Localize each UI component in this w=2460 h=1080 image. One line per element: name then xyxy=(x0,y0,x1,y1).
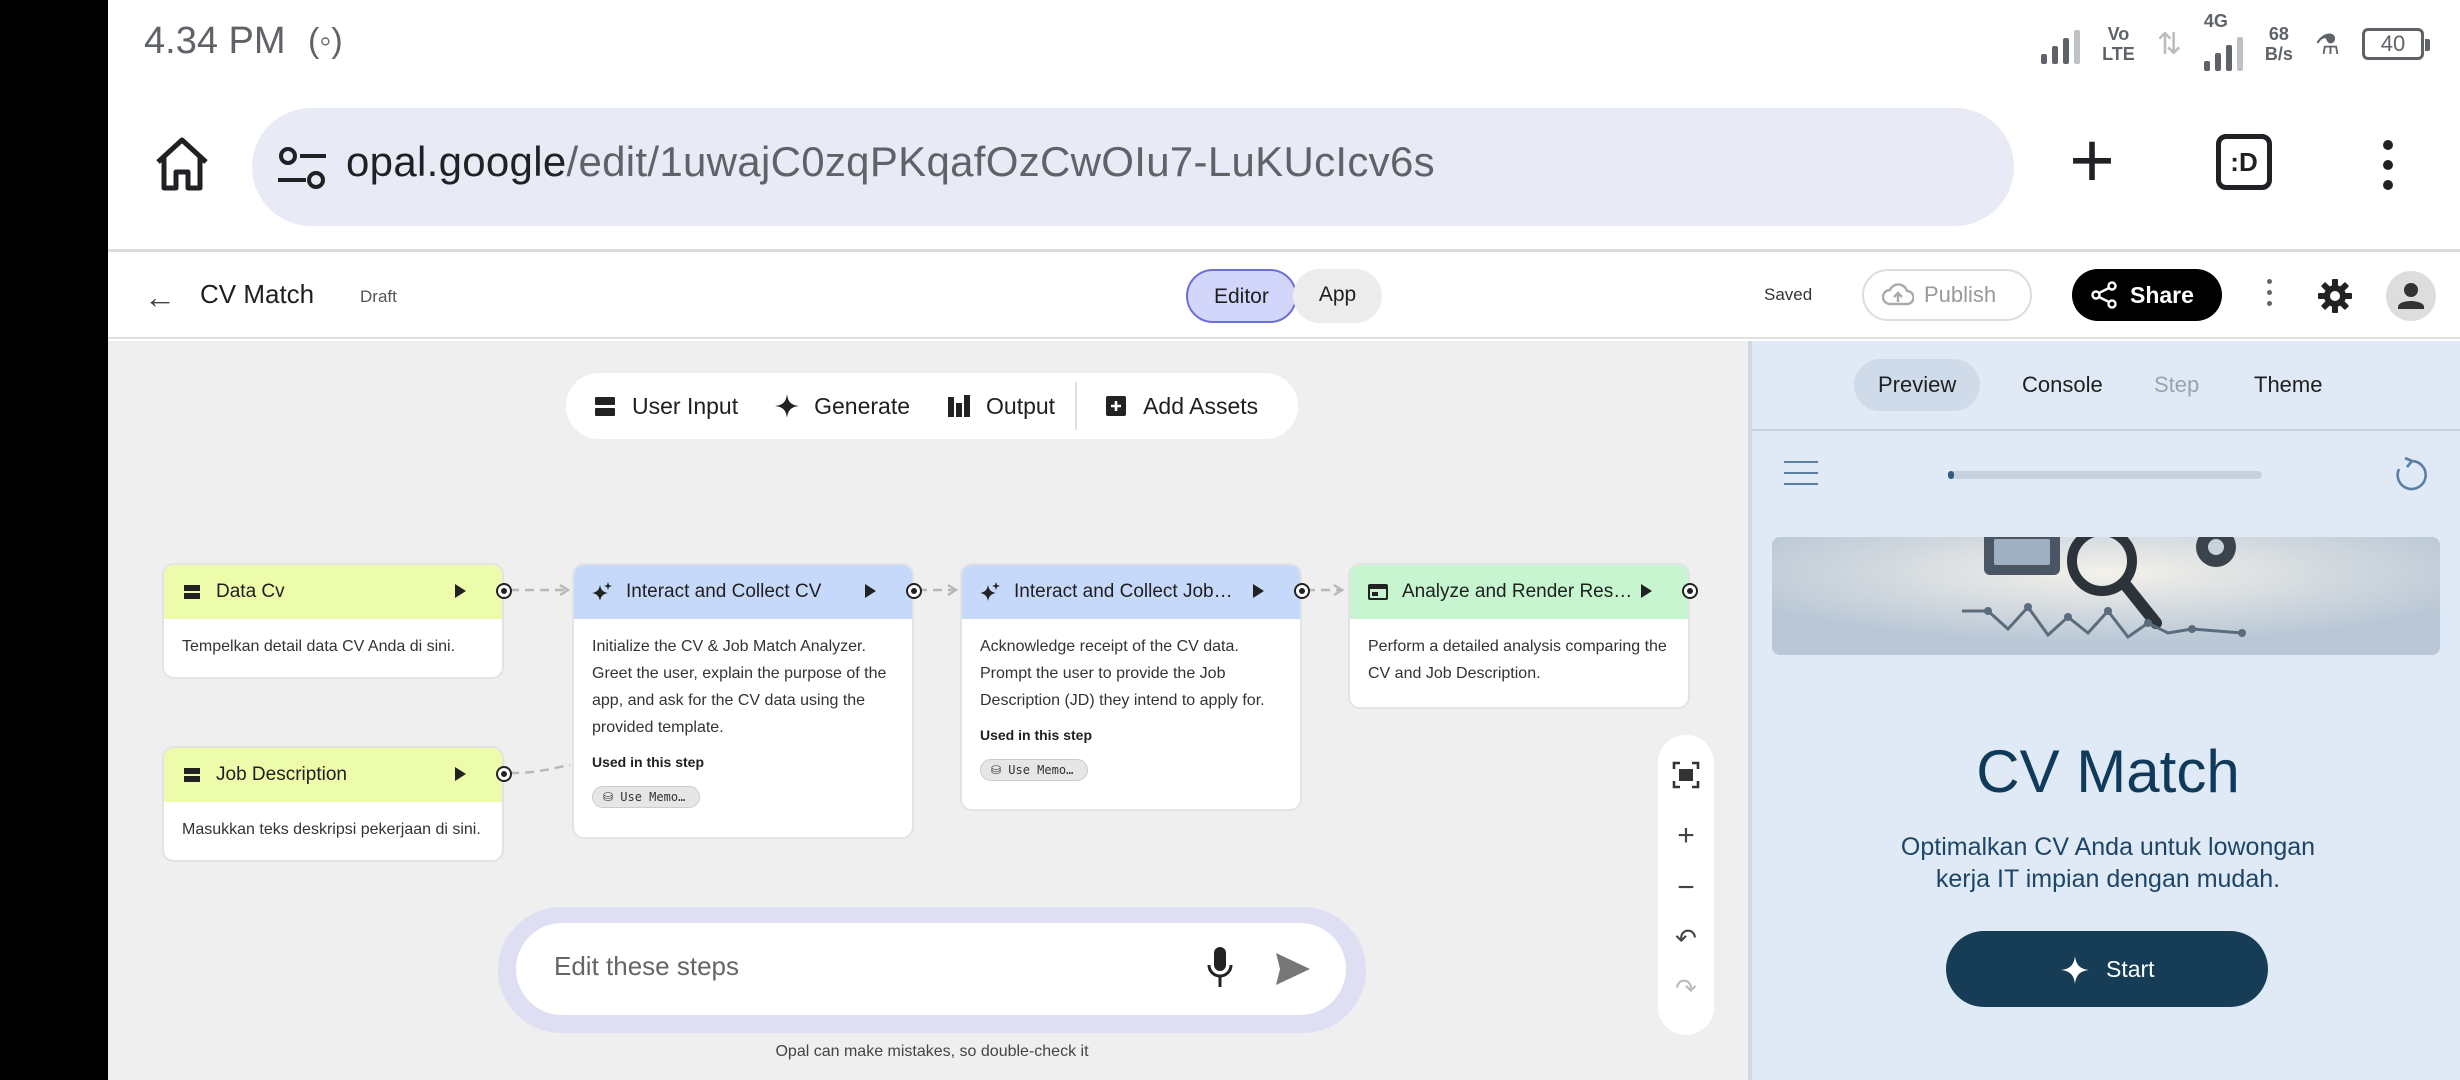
node-collect-cv[interactable]: Interact and Collect CV Initialize the C… xyxy=(572,563,922,839)
hero-image xyxy=(1772,537,2440,655)
hotspot-icon: (◦) xyxy=(308,22,343,60)
output-port[interactable] xyxy=(1294,583,1310,599)
flow-canvas[interactable]: User Input Generate Output Add Assets Da… xyxy=(108,341,1748,1080)
person-icon xyxy=(2398,283,2424,309)
url-text[interactable]: opal.google/edit/1uwajC0zqPKqafOzCwOIu7-… xyxy=(346,138,1435,186)
app-mode-button[interactable]: App xyxy=(1292,269,1383,323)
signal-4g-icon: 4G xyxy=(2203,11,2243,71)
status-icons: Vo LTE ⇅ 4G 68 B/s ⚗ 40 xyxy=(2041,11,2430,72)
browser-toolbar: opal.google/edit/1uwajC0zqPKqafOzCwOIu7-… xyxy=(108,84,2460,252)
cloud-upload-icon xyxy=(1882,283,1914,306)
sparkle-icon xyxy=(592,582,612,601)
zoom-out-icon[interactable]: − xyxy=(1658,871,1714,905)
preview-controls xyxy=(1752,433,2460,515)
node-analyze-render[interactable]: Analyze and Render Res… Perform a detail… xyxy=(1348,563,1698,709)
output-port[interactable] xyxy=(906,583,922,599)
mode-switch: Editor App xyxy=(1186,269,1383,323)
send-icon[interactable] xyxy=(1274,951,1312,987)
status-time: 4.34 PM xyxy=(144,20,286,62)
disclaimer-text: Opal can make mistakes, so double-check … xyxy=(775,1043,1089,1060)
run-step-icon[interactable] xyxy=(1641,584,1652,598)
menu-hamburger-icon[interactable] xyxy=(1784,461,1818,487)
run-step-icon[interactable] xyxy=(865,584,876,598)
address-bar[interactable]: opal.google/edit/1uwajC0zqPKqafOzCwOIu7-… xyxy=(252,108,2014,226)
site-settings-icon[interactable] xyxy=(276,146,328,190)
microphone-icon[interactable] xyxy=(1206,945,1234,991)
used-in-step-label: Used in this step xyxy=(980,727,1093,743)
run-step-icon[interactable] xyxy=(455,584,466,598)
data-arrows-icon: ⇅ xyxy=(2156,27,2182,61)
user-avatar[interactable] xyxy=(2386,271,2436,321)
signal-icon xyxy=(2041,24,2081,64)
app-header: ← CV Match Draft Editor App Saved Publis… xyxy=(108,255,2460,339)
editor-mode-button[interactable]: Editor xyxy=(1186,269,1297,323)
fit-view-icon[interactable] xyxy=(1672,761,1700,789)
settings-gear-icon[interactable] xyxy=(2316,277,2354,315)
status-bar: 4.34 PM (◦) Vo LTE ⇅ 4G 68 B/s ⚗ 40 xyxy=(108,0,2460,84)
edit-steps-input[interactable]: Edit these steps xyxy=(516,923,1346,1015)
tab-preview[interactable]: Preview xyxy=(1854,359,1981,411)
user-input-icon xyxy=(184,585,200,599)
zoom-in-icon[interactable]: + xyxy=(1658,819,1714,853)
phone-screen: 4.34 PM (◦) Vo LTE ⇅ 4G 68 B/s ⚗ 40 opal… xyxy=(108,0,2460,1080)
node-header[interactable]: Interact and Collect CV xyxy=(574,565,912,619)
output-port[interactable] xyxy=(496,766,512,782)
undo-icon[interactable]: ↶ xyxy=(1658,923,1714,954)
tab-console[interactable]: Console xyxy=(1998,359,2127,411)
prompt-placeholder: Edit these steps xyxy=(554,951,739,981)
analysis-illustration xyxy=(1772,537,2440,655)
output-web-icon xyxy=(1368,584,1388,600)
preview-title: CV Match xyxy=(1976,738,2240,805)
save-status: Saved xyxy=(1764,285,1813,304)
tab-switcher-button[interactable]: :D xyxy=(2216,134,2272,190)
more-options-icon[interactable] xyxy=(2264,279,2274,315)
memory-chip[interactable]: ⛁ Use Memo… xyxy=(592,786,701,808)
project-title[interactable]: CV Match xyxy=(200,279,314,310)
run-step-icon[interactable] xyxy=(455,767,466,781)
node-header[interactable]: Data Cv xyxy=(164,565,502,619)
node-header[interactable]: Interact and Collect Job… xyxy=(962,565,1300,619)
flask-icon: ⚗ xyxy=(2314,28,2340,60)
node-header[interactable]: Analyze and Render Res… xyxy=(1350,565,1688,619)
progress-fill xyxy=(1948,471,1955,479)
volte-indicator: Vo LTE xyxy=(2102,24,2135,64)
share-button[interactable]: Share xyxy=(2072,269,2222,321)
user-input-icon xyxy=(184,768,200,782)
sparkle-icon xyxy=(980,582,1000,601)
memory-chip[interactable]: ⛁ Use Memo… xyxy=(980,759,1089,781)
sparkle-icon xyxy=(2061,956,2089,984)
draft-status: Draft xyxy=(360,287,397,306)
new-tab-plus-icon[interactable]: + xyxy=(2062,121,2122,199)
step-description: Initialize the CV & Job Match Analyzer. … xyxy=(592,638,887,736)
used-in-step-label: Used in this step xyxy=(592,754,705,770)
home-icon[interactable] xyxy=(150,132,214,196)
step-description: Acknowledge receipt of the CV data. Prom… xyxy=(980,638,1265,709)
tab-theme[interactable]: Theme xyxy=(2230,359,2346,411)
network-speed: 68 B/s xyxy=(2264,24,2293,64)
progress-bar xyxy=(1948,471,2262,479)
battery-icon: 40 xyxy=(2362,28,2430,60)
start-button[interactable]: Start xyxy=(1946,931,2268,1007)
tab-step[interactable]: Step xyxy=(2130,359,2223,411)
node-data-cv[interactable]: Data Cv Tempelkan detail data CV Anda di… xyxy=(162,563,512,679)
panel-tabs: Preview Console Step Theme xyxy=(1752,341,2460,431)
publish-button[interactable]: Publish xyxy=(1862,269,2032,321)
node-job-description[interactable]: Job Description Masukkan teks deskripsi … xyxy=(162,746,512,862)
node-header[interactable]: Job Description xyxy=(164,748,502,802)
preview-panel: Preview Console Step Theme CV Match Opti… xyxy=(1748,341,2460,1080)
browser-menu-icon[interactable] xyxy=(2378,140,2398,194)
output-port[interactable] xyxy=(1682,583,1698,599)
edit-prompt-container: Edit these steps xyxy=(498,907,1366,1033)
redo-icon[interactable]: ↷ xyxy=(1658,973,1714,1004)
share-icon xyxy=(2091,281,2117,309)
restart-icon[interactable] xyxy=(2392,455,2432,495)
run-step-icon[interactable] xyxy=(1253,584,1264,598)
zoom-controls: + − ↶ ↷ xyxy=(1658,735,1714,1035)
node-collect-job[interactable]: Interact and Collect Job… Acknowledge re… xyxy=(960,563,1310,811)
back-arrow-icon[interactable]: ← xyxy=(144,279,176,316)
output-port[interactable] xyxy=(496,583,512,599)
preview-subtitle: Optimalkan CV Anda untuk lowongan kerja … xyxy=(1900,833,2316,893)
